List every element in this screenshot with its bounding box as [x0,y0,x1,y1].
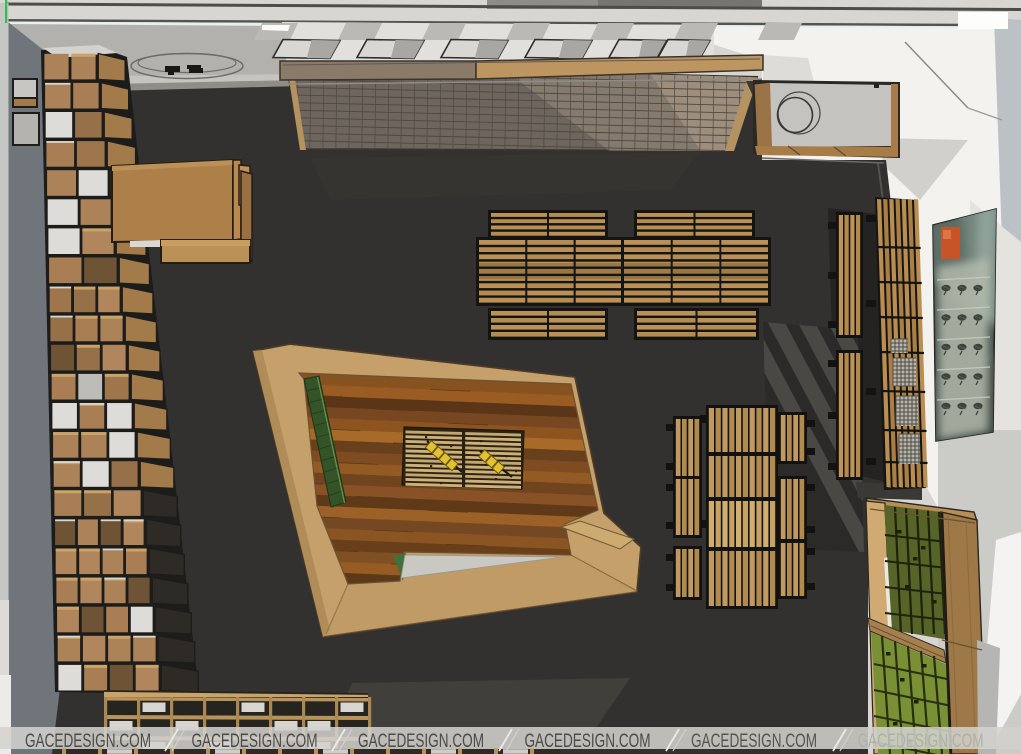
svg-text:GACEDESIGN.COM: GACEDESIGN.COM [192,730,318,752]
svg-text:GACEDESIGN.COM: GACEDESIGN.COM [691,730,817,752]
svg-text:GACEDESIGN.COM: GACEDESIGN.COM [858,730,984,752]
svg-text:GACEDESIGN.COM: GACEDESIGN.COM [25,730,151,752]
svg-text:GACEDESIGN.COM: GACEDESIGN.COM [358,730,484,752]
svg-text:GACEDESIGN.COM: GACEDESIGN.COM [525,730,651,752]
